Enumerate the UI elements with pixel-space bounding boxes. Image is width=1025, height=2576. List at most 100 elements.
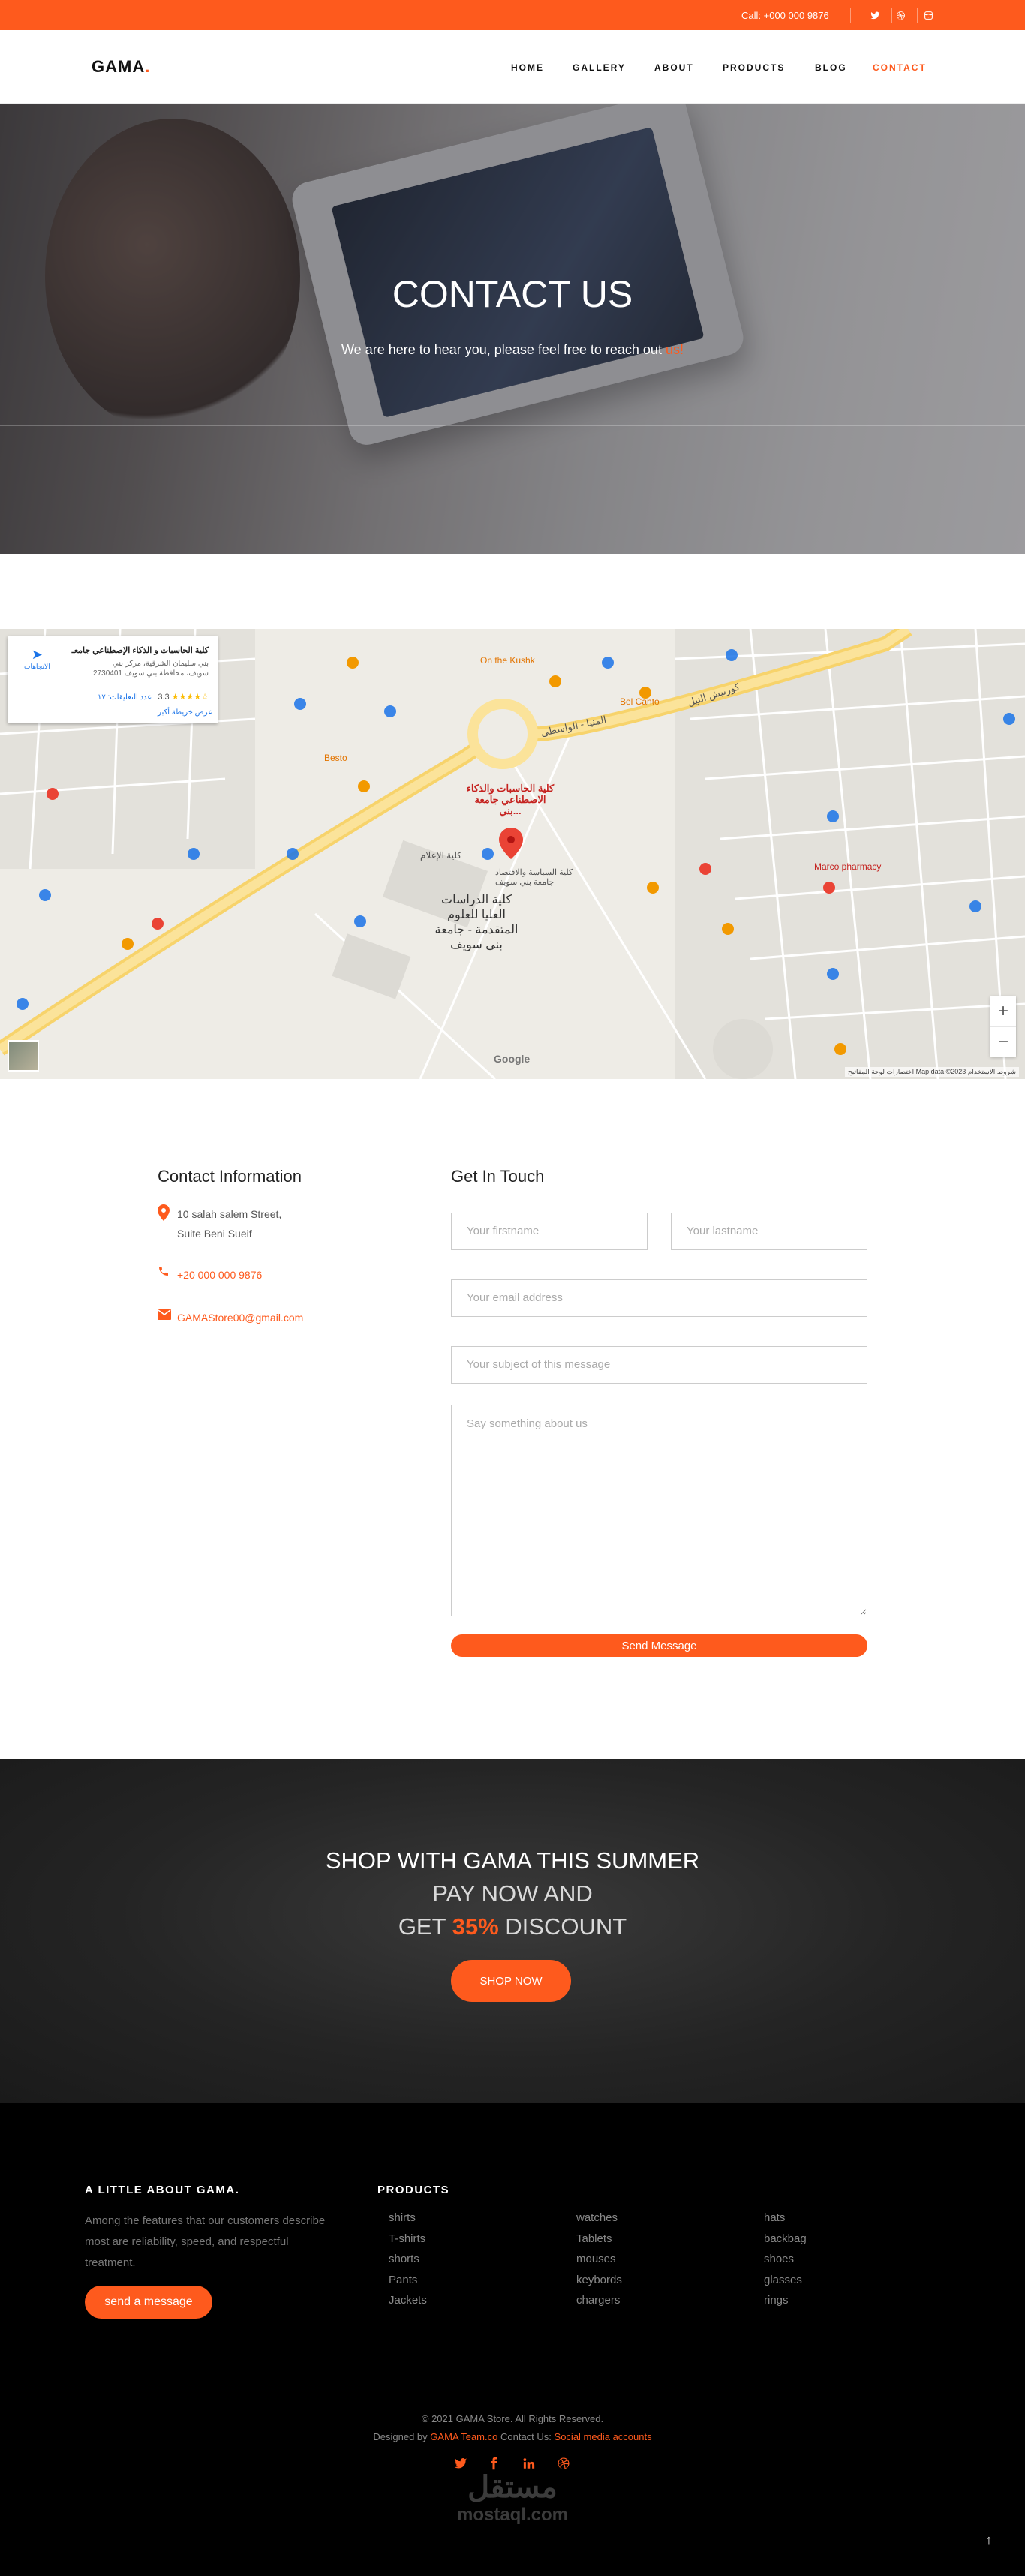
footer-product-link[interactable]: backbag — [764, 2232, 807, 2253]
footer-product-link[interactable]: shirts — [389, 2211, 427, 2232]
email-input[interactable] — [451, 1279, 867, 1317]
social-media-link[interactable]: Social media accounts — [555, 2431, 652, 2442]
footer-product-link[interactable]: shoes — [764, 2253, 807, 2274]
scroll-to-top-button[interactable]: ↑ — [975, 2526, 1002, 2553]
google-map[interactable]: كلية الحاسبات والذكاء الاصطناعي جامعة بن… — [0, 629, 1025, 1079]
zoom-out-button[interactable]: − — [990, 1026, 1016, 1057]
footer-product-link[interactable]: keybords — [576, 2274, 622, 2295]
hero-banner: CONTACT US We are here to hear you, plea… — [0, 104, 1025, 554]
promo-line1: SHOP WITH GAMA THIS SUMMER — [325, 1847, 700, 1874]
map-label-besto: Besto — [324, 753, 347, 763]
map-larger-link[interactable]: عرض خريطة أكبر — [158, 708, 212, 717]
map-marker-icon — [158, 1204, 177, 1243]
map-directions[interactable]: ➤ الاتجاهات — [24, 647, 50, 671]
nav-gallery[interactable]: GALLERY — [573, 62, 626, 73]
map-place-rating: 3.3 ★★★★☆ — [158, 692, 209, 702]
footer-credits: Designed by GAMA Team.co Contact Us: Soc… — [0, 2431, 1025, 2442]
star-rating-icon: ★★★★☆ — [171, 693, 209, 702]
nav-products[interactable]: PRODUCTS — [723, 62, 785, 73]
nav-home[interactable]: HOME — [511, 62, 544, 73]
brand-logo[interactable]: GAMA. — [92, 57, 150, 77]
footer-copyright: © 2021 GAMA Store. All Rights Reserved. — [421, 2413, 604, 2424]
map-satellite-toggle[interactable] — [8, 1040, 39, 1072]
contact-form: Get In Touch — [451, 1167, 867, 1186]
nav-blog[interactable]: BLOG — [815, 62, 847, 73]
contact-email-text[interactable]: GAMAStore00@gmail.com — [177, 1308, 303, 1327]
footer-product-link[interactable]: rings — [764, 2294, 807, 2315]
map-reviews-link[interactable]: عدد التعليقات: ١٧ — [98, 693, 152, 702]
address-line2: Suite Beni Sueif — [177, 1228, 252, 1240]
watermark-latin: mostaql.com — [456, 2505, 569, 2525]
message-textarea[interactable] — [451, 1405, 867, 1616]
zoom-in-button[interactable]: + — [990, 996, 1016, 1026]
contact-info-heading: Contact Information — [158, 1167, 302, 1186]
brand-dot: . — [145, 57, 151, 76]
topbar-phone[interactable]: Call: +000 000 9876 — [741, 10, 829, 21]
footer-about-heading: A LITTLE ABOUT GAMA. — [85, 2184, 240, 2196]
watermark-arabic: مستقل — [467, 2471, 558, 2504]
map-label-institute: كلية الدراسات العليا للعلوم المتقدمة - ج… — [434, 894, 519, 951]
topbar-divider — [917, 8, 918, 23]
instagram-icon[interactable] — [920, 7, 936, 23]
map-label-politics: كلية السياسة والاقتصاد جامعة بني سويف — [495, 868, 573, 887]
footer-product-link[interactable]: Jackets — [389, 2294, 427, 2315]
footer-product-link[interactable]: Tablets — [576, 2232, 622, 2253]
map-place-card: ➤ الاتجاهات كلية الحاسبات و الذكاء الإصطن… — [8, 636, 218, 723]
footer-product-link[interactable]: T-shirts — [389, 2232, 427, 2253]
directions-icon: ➤ — [31, 647, 43, 662]
contact-address-text: 10 salah salem Street, Suite Beni Sueif — [177, 1204, 281, 1243]
linkedin-icon[interactable] — [521, 2455, 537, 2472]
topbar-divider — [850, 8, 851, 23]
google-logo: Google — [494, 1053, 531, 1065]
map-place-address: بني سليمان الشرقية، مركز بني سويف، محافظ… — [93, 660, 209, 678]
map-attribution[interactable]: اختصارات لوحة المفاتيح Map data ©2023 شر… — [844, 1067, 1019, 1077]
contact-phone-text[interactable]: +20 000 000 9876 — [177, 1265, 262, 1285]
twitter-icon[interactable] — [867, 7, 883, 23]
footer-products-col3: hats backbag shoes glasses rings — [764, 2211, 807, 2315]
envelope-icon — [158, 1308, 177, 1327]
footer-product-link[interactable]: mouses — [576, 2253, 622, 2274]
footer-product-link[interactable]: chargers — [576, 2294, 622, 2315]
footer-products-col1: shirts T-shirts shorts Pants Jackets — [389, 2211, 427, 2315]
phone-icon — [158, 1265, 177, 1285]
lastname-input[interactable] — [671, 1213, 867, 1250]
navbar: GAMA. HOME GALLERY ABOUT PRODUCTS BLOG C… — [0, 30, 1025, 104]
contact-address: 10 salah salem Street, Suite Beni Sueif — [158, 1204, 281, 1243]
map-place-title: كلية الحاسبات و الذكاء الإصطناعي جامعـ — [71, 646, 209, 655]
shop-now-button[interactable]: SHOP NOW — [451, 1960, 571, 2002]
brand-name: GAMA — [92, 57, 146, 76]
dribbble-icon[interactable] — [555, 2455, 572, 2472]
send-message-button[interactable]: Send Message — [451, 1634, 867, 1657]
facebook-icon[interactable] — [485, 2455, 502, 2472]
contact-phone: +20 000 000 9876 — [158, 1265, 262, 1285]
contact-email: GAMAStore00@gmail.com — [158, 1308, 303, 1327]
designed-by-link[interactable]: GAMA Team.co — [430, 2431, 497, 2442]
send-a-message-button[interactable]: send a message — [85, 2286, 212, 2319]
map-rating-value: 3.3 — [158, 693, 170, 702]
footer-product-link[interactable]: Pants — [389, 2274, 427, 2295]
promo-discount-percent: 35% — [452, 1913, 499, 1940]
footer-product-link[interactable]: shorts — [389, 2253, 427, 2274]
address-line1: 10 salah salem Street, — [177, 1208, 282, 1220]
map-directions-label: الاتجاهات — [24, 663, 50, 670]
map-label-kushk: On the Kushk — [480, 655, 535, 666]
form-heading: Get In Touch — [451, 1167, 545, 1186]
twitter-icon[interactable] — [452, 2455, 469, 2472]
footer-product-link[interactable]: watches — [576, 2211, 622, 2232]
subject-input[interactable] — [451, 1346, 867, 1384]
promo-banner: SHOP WITH GAMA THIS SUMMER PAY NOW AND G… — [0, 1759, 1025, 2103]
promo-line3: GET 35% DISCOUNT — [0, 1913, 1025, 1940]
hero-subtitle: We are here to hear you, please feel fre… — [0, 342, 1025, 358]
hero-subtitle-accent: us! — [665, 342, 684, 357]
dribbble-icon[interactable] — [892, 7, 909, 23]
map-label-pharmacy: Marco pharmacy — [814, 861, 882, 872]
footer-product-link[interactable]: hats — [764, 2211, 807, 2232]
designed-by-label: Designed by — [373, 2431, 428, 2442]
nav-about[interactable]: ABOUT — [654, 62, 694, 73]
footer-product-link[interactable]: glasses — [764, 2274, 807, 2295]
promo-line2: PAY NOW AND — [432, 1880, 593, 1907]
promo-line3-suffix: DISCOUNT — [505, 1913, 627, 1940]
footer-about-text: Among the features that our customers de… — [85, 2214, 326, 2269]
nav-contact[interactable]: CONTACT — [873, 62, 927, 73]
firstname-input[interactable] — [451, 1213, 648, 1250]
